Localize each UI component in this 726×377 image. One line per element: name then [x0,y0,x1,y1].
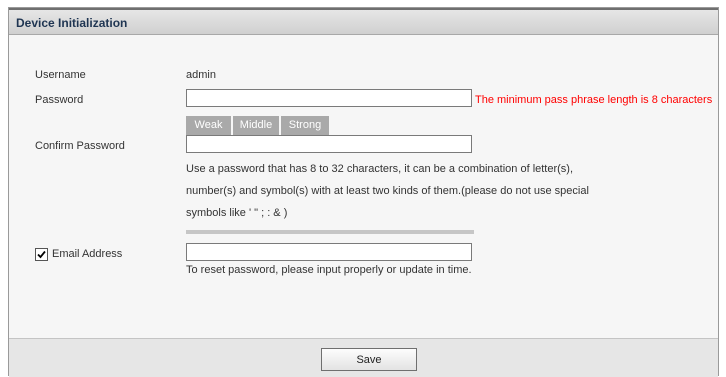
strength-weak: Weak [186,116,231,135]
device-initialization-dialog: Device Initialization Username admin Pas… [8,7,719,377]
password-label: Password [35,94,84,106]
strength-strong: Strong [281,116,329,135]
email-address-label: Email Address [52,248,123,260]
confirm-password-input[interactable] [186,135,472,153]
dialog-title: Device Initialization [16,16,128,30]
dialog-footer: Save [9,338,718,377]
strength-middle: Middle [233,116,279,135]
password-error-message: The minimum pass phrase length is 8 char… [475,94,713,106]
username-value: admin [186,69,216,81]
password-hint-line-1: Use a password that has 8 to 32 characte… [186,163,574,175]
email-address-input[interactable] [186,243,472,261]
password-input[interactable] [186,89,472,107]
username-label: Username [35,69,86,81]
email-checkbox[interactable] [35,248,48,261]
dialog-titlebar: Device Initialization [9,8,718,35]
save-button[interactable]: Save [321,348,417,371]
checkmark-icon [37,250,46,259]
email-hint-text: To reset password, please input properly… [186,264,472,276]
confirm-password-label: Confirm Password [35,140,125,152]
password-hint-line-3: symbols like ' " ; : & ) [186,207,288,219]
section-divider [186,230,474,234]
password-hint-line-2: number(s) and symbol(s) with at least tw… [186,185,589,197]
password-strength-meter: Weak Middle Strong [186,116,331,135]
